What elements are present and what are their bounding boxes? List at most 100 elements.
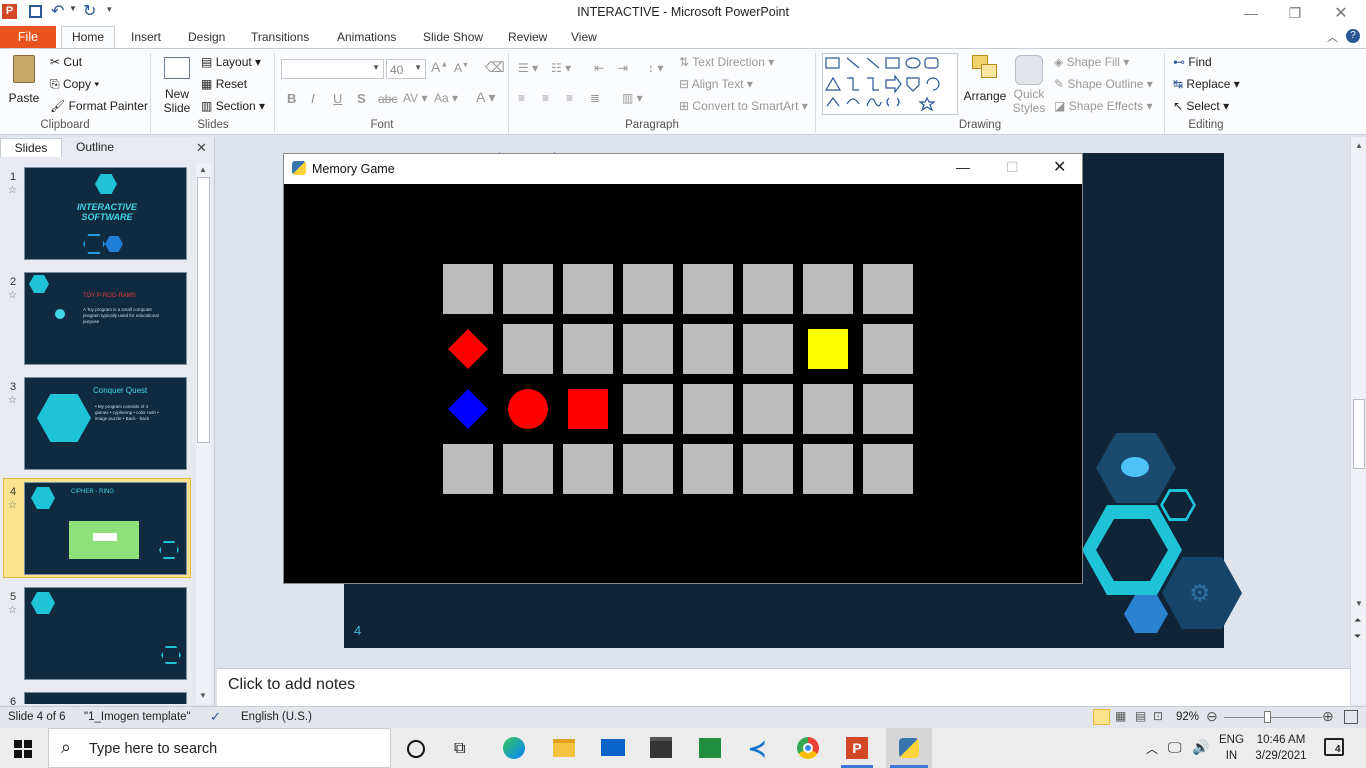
memory-card-circle[interactable] (503, 384, 553, 434)
slide-thumbnail-3[interactable]: Conquer Quest • My program consists of 4… (24, 377, 187, 470)
shrink-font-icon[interactable]: A▼ (454, 61, 469, 75)
text-direction-button[interactable]: ⇅ Text Direction ▾ (679, 55, 774, 69)
tab-home[interactable]: Home (61, 26, 115, 49)
search-box[interactable]: ⌕ Type here to search (48, 728, 391, 768)
language[interactable]: English (U.S.) (241, 711, 312, 723)
change-case-icon[interactable]: Aa ▾ (434, 91, 458, 105)
zoom-slider[interactable] (1224, 711, 1322, 723)
memory-card-hidden[interactable] (743, 444, 793, 494)
clock[interactable]: 10:46 AM 3/29/2021 (1250, 732, 1312, 764)
line-spacing-icon[interactable]: ↕ ▾ (648, 61, 663, 75)
clear-formatting-icon[interactable]: ⌫ (485, 59, 505, 76)
font-size-field[interactable]: 40 ▼ (386, 59, 426, 79)
memory-card-hidden[interactable] (683, 264, 733, 314)
spell-check-icon[interactable]: ✓ (210, 709, 221, 725)
select-button[interactable]: ↖ Select ▾ (1173, 99, 1229, 113)
shadow-icon[interactable]: S (357, 91, 366, 106)
memory-card-hidden[interactable] (863, 444, 913, 494)
memory-card-hidden[interactable] (863, 324, 913, 374)
slide-sorter-icon[interactable]: ▦ (1115, 709, 1126, 723)
find-button[interactable]: ⊷ Find (1173, 55, 1212, 69)
fit-slide-icon[interactable] (1344, 710, 1358, 724)
store-icon[interactable] (650, 737, 672, 758)
show-hidden-icons[interactable]: ︿ (1146, 740, 1158, 757)
memory-card-square[interactable] (563, 384, 613, 434)
ribbon-collapse-icon[interactable]: ︿ (1327, 29, 1338, 45)
font-color-icon[interactable]: A ▾ (476, 89, 495, 106)
zoom-in-button[interactable]: ⊕ (1322, 708, 1334, 725)
memory-card-hidden[interactable] (623, 324, 673, 374)
memory-game-window[interactable]: Memory Game — ☐ ✕ (283, 153, 1083, 584)
replace-button[interactable]: ↹ Replace ▾ (1173, 77, 1240, 91)
shape-outline-button[interactable]: ✎ Shape Outline ▾ (1054, 77, 1153, 91)
next-slide-icon[interactable]: ⏷ (1354, 631, 1361, 642)
shapes-gallery[interactable] (822, 53, 958, 115)
tab-transitions[interactable]: Transitions (251, 28, 309, 48)
character-spacing-icon[interactable]: AV ▾ (403, 91, 427, 105)
memory-card-hidden[interactable] (443, 264, 493, 314)
game-close-button[interactable]: ✕ (1053, 157, 1066, 177)
memory-card-hidden[interactable] (443, 444, 493, 494)
paste-button[interactable]: Paste (8, 53, 40, 115)
pane-scrollbar[interactable]: ▲ ▼ (196, 163, 211, 703)
layout-button[interactable]: ▤ Layout ▾ (201, 55, 261, 69)
help-icon[interactable]: ? (1346, 29, 1360, 43)
tab-file[interactable]: File (0, 26, 56, 48)
scroll-up-icon[interactable]: ▲ (199, 165, 207, 174)
notes-pane[interactable]: Click to add notes (217, 668, 1350, 706)
align-center-icon[interactable]: ≡ (542, 91, 549, 105)
tab-slide-show[interactable]: Slide Show (423, 28, 483, 48)
bullets-icon[interactable]: ☰ ▾ (518, 61, 538, 75)
restore-button[interactable]: ❐ (1272, 0, 1318, 26)
close-pane-icon[interactable]: ✕ (196, 140, 207, 156)
mail-icon[interactable] (601, 739, 625, 756)
task-view-icon[interactable]: ⧉ (454, 740, 465, 758)
numbering-icon[interactable]: ☷ ▾ (551, 61, 571, 75)
memory-card-hidden[interactable] (683, 444, 733, 494)
vscode-icon[interactable]: ≺ (748, 736, 766, 762)
columns-icon[interactable]: ▥ ▾ (622, 91, 643, 105)
edge-icon[interactable] (503, 737, 525, 759)
tab-slides[interactable]: Slides (0, 138, 62, 157)
memory-card-hidden[interactable] (623, 264, 673, 314)
memory-card-hidden[interactable] (503, 444, 553, 494)
font-name-field[interactable]: ▼ (281, 59, 384, 79)
memory-card-diamond[interactable] (443, 324, 493, 374)
slideshow-icon[interactable]: ⊡ (1153, 709, 1163, 723)
grow-font-icon[interactable]: A▲ (431, 59, 448, 75)
bold-icon[interactable]: B (287, 91, 296, 106)
classroom-icon[interactable] (699, 738, 721, 758)
cut-button[interactable]: ✂ Cut (50, 55, 82, 69)
network-icon[interactable]: 🖵 (1168, 739, 1182, 756)
memory-card-hidden[interactable] (743, 264, 793, 314)
section-button[interactable]: ▥ Section ▾ (201, 99, 265, 113)
tab-insert[interactable]: Insert (131, 28, 161, 48)
convert-smartart-button[interactable]: ⊞ Convert to SmartArt ▾ (679, 99, 808, 113)
italic-icon[interactable]: I (311, 91, 315, 106)
memory-card-hidden[interactable] (563, 324, 613, 374)
previous-slide-icon[interactable]: ⏶ (1354, 615, 1361, 626)
align-left-icon[interactable]: ≡ (518, 91, 525, 105)
memory-card-hidden[interactable] (503, 264, 553, 314)
tab-animations[interactable]: Animations (337, 28, 396, 48)
memory-card-hidden[interactable] (623, 444, 673, 494)
justify-icon[interactable]: ≣ (590, 91, 600, 105)
memory-card-hidden[interactable] (803, 264, 853, 314)
memory-card-hidden[interactable] (803, 384, 853, 434)
zoom-slider-thumb[interactable] (1264, 711, 1271, 723)
slide-thumbnail-4[interactable]: CIPHER - RING (24, 482, 187, 575)
tab-review[interactable]: Review (508, 28, 547, 48)
shape-effects-button[interactable]: ◪ Shape Effects ▾ (1054, 99, 1153, 113)
main-scrollbar[interactable]: ▲ ▼ ⏶ ⏷ (1350, 137, 1366, 705)
tab-view[interactable]: View (571, 28, 597, 48)
notification-center-icon[interactable]: 4 (1324, 738, 1344, 756)
memory-card-hidden[interactable] (863, 264, 913, 314)
file-explorer-icon[interactable] (553, 739, 575, 757)
pane-scroll-thumb[interactable] (197, 177, 210, 443)
shape-fill-button[interactable]: ◈ Shape Fill ▾ (1054, 55, 1129, 69)
align-right-icon[interactable]: ≡ (566, 91, 573, 105)
game-minimize-button[interactable]: — (956, 159, 970, 175)
strikethrough-icon[interactable]: abc (378, 92, 397, 106)
memory-card-hidden[interactable] (743, 384, 793, 434)
scroll-down-icon[interactable]: ▼ (199, 691, 207, 700)
